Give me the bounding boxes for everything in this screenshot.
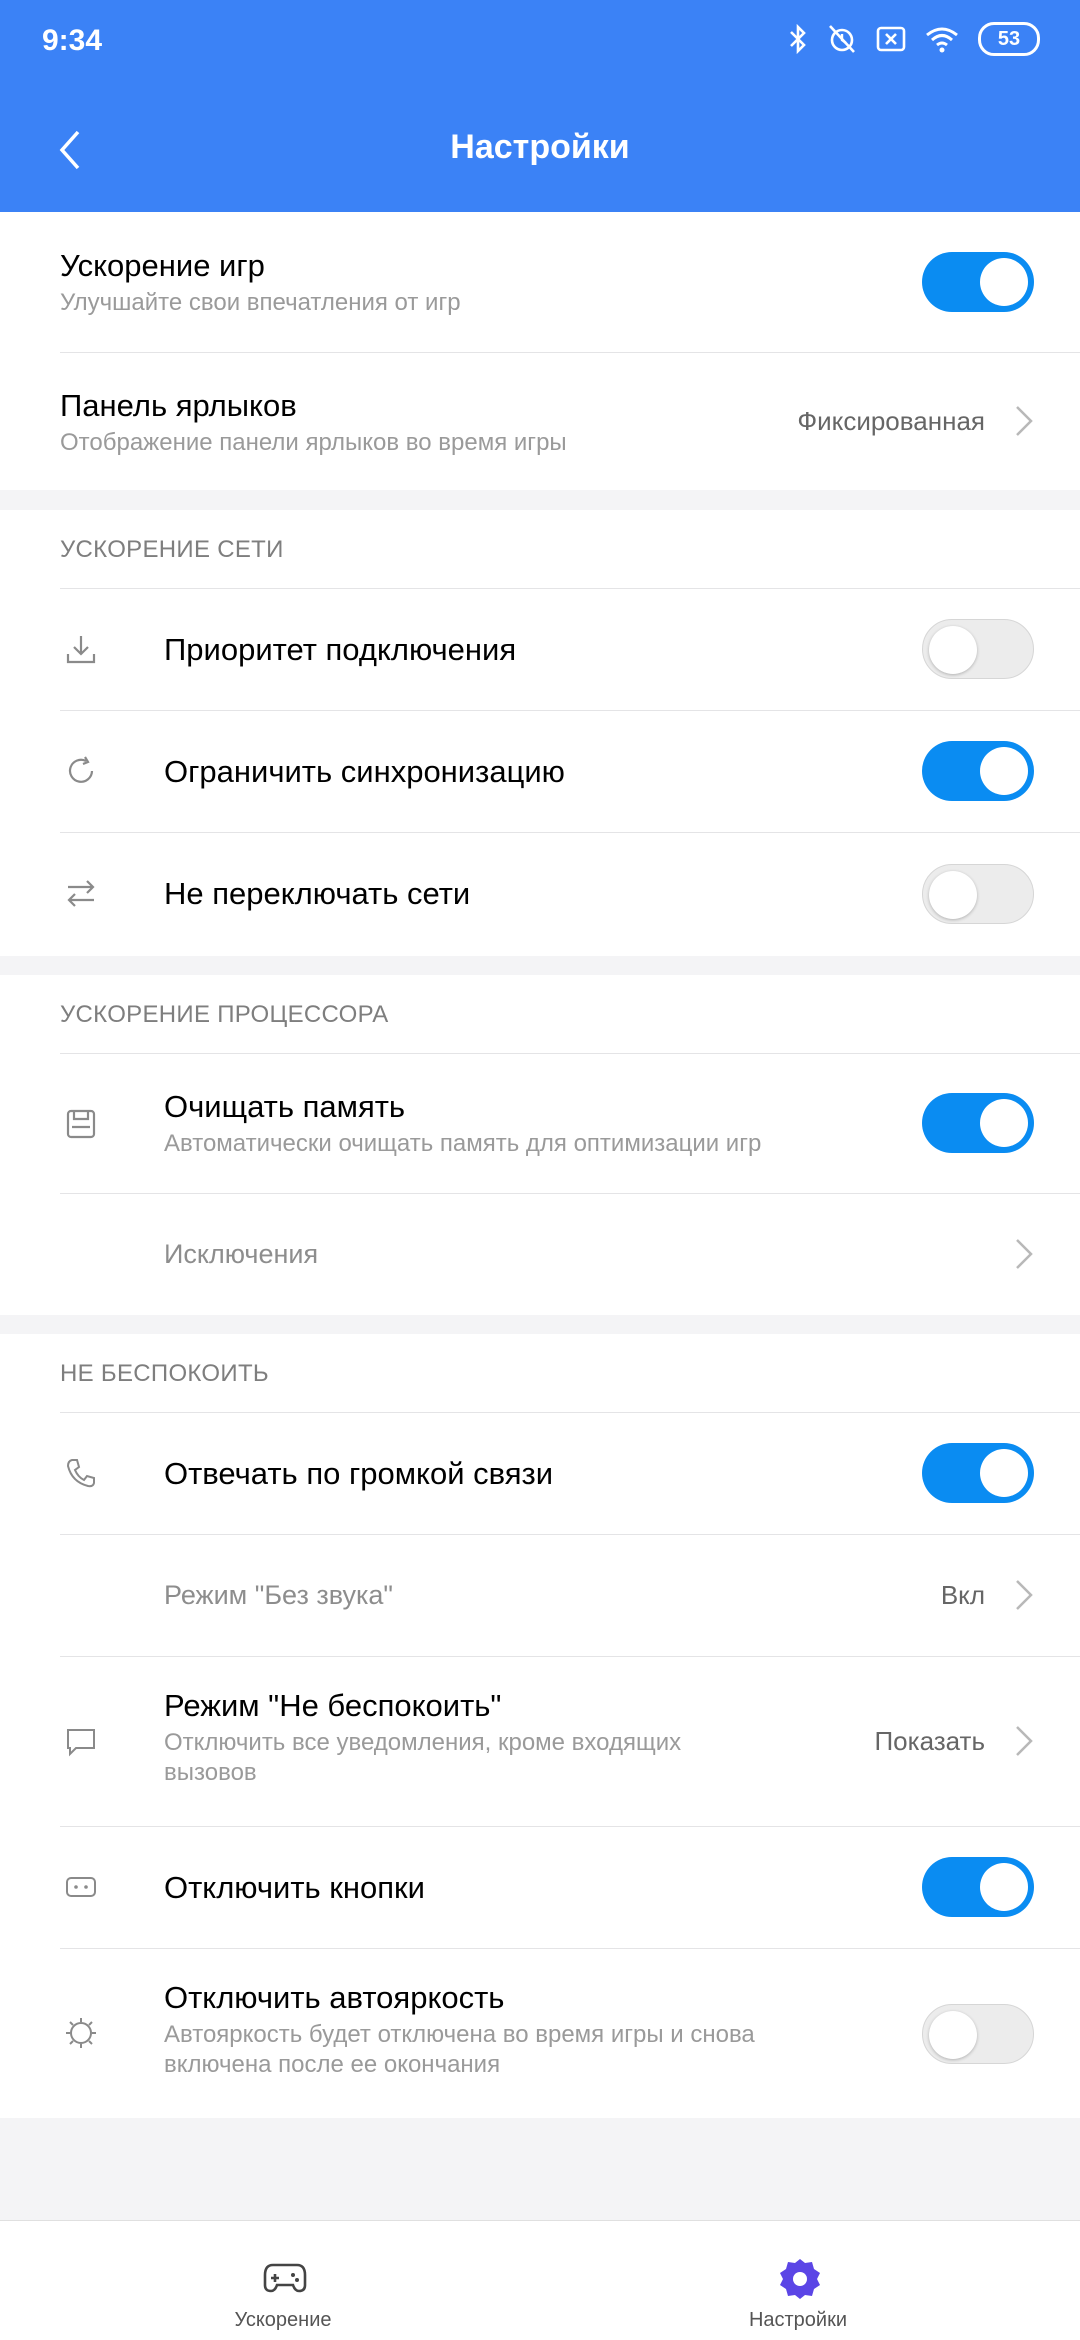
no-network-switch-row[interactable]: Не переключать сети	[0, 832, 1080, 956]
nav-tab-settings[interactable]: Настройки	[648, 2221, 948, 2340]
dnd-mode-row[interactable]: Режим "Не беспокоить" Отключить все увед…	[0, 1656, 1080, 1826]
row-title: Отключить кнопки	[164, 1870, 425, 1905]
section-header: НЕ БЕСПОКОИТЬ	[60, 1360, 269, 1387]
row-title: Очищать память	[164, 1089, 406, 1124]
bluetooth-icon	[790, 24, 806, 54]
sim-off-icon	[876, 26, 906, 52]
alarm-off-icon	[829, 25, 855, 53]
limit-sync-row[interactable]: Ограничить синхронизацию	[0, 710, 1080, 832]
settings-gear-icon	[780, 2259, 820, 2299]
row-title: Отвечать по громкой связи	[164, 1456, 554, 1491]
disable-auto-brightness-row[interactable]: Отключить автояркость Автояркость будет …	[0, 1948, 1080, 2118]
row-title: Приоритет подключения	[164, 632, 517, 667]
page-title: Настройки	[450, 128, 630, 166]
nav-label: Ускорение	[234, 2309, 332, 2331]
row-subtitle-line2: вызовов	[164, 1759, 257, 1786]
row-title: Режим "Без звука"	[164, 1580, 393, 1610]
clear-memory-toggle[interactable]	[922, 1093, 1034, 1153]
section-header: УСКОРЕНИЕ ПРОЦЕССОРА	[60, 1001, 389, 1028]
speakerphone-row[interactable]: Отвечать по громкой связи	[0, 1412, 1080, 1534]
shortcut-panel-value: Фиксированная	[797, 406, 985, 436]
shortcut-panel-row[interactable]: Панель ярлыков Отображение панели ярлыко…	[0, 352, 1080, 490]
row-subtitle-line1: Автояркость будет отключена во время игр…	[164, 2021, 755, 2048]
row-subtitle-line1: Отключить все уведомления, кроме входящи…	[164, 1729, 682, 1756]
chevron-right-icon	[1016, 1239, 1033, 1269]
buttons-icon	[66, 1877, 96, 1897]
row-title: Отключить автояркость	[164, 1980, 505, 2015]
message-icon	[67, 1729, 95, 1757]
clear-memory-row[interactable]: Очищать память Автоматически очищать пам…	[0, 1053, 1080, 1193]
row-subtitle-line2: включена после ее окончания	[164, 2051, 501, 2078]
row-title: Исключения	[164, 1239, 319, 1269]
disable-buttons-toggle[interactable]	[922, 1857, 1034, 1917]
silent-mode-row[interactable]: Режим "Без звука" Вкл	[0, 1534, 1080, 1656]
game-boost-toggle[interactable]	[922, 252, 1034, 312]
exceptions-row[interactable]: Исключения	[0, 1193, 1080, 1315]
memory-icon	[66, 1109, 96, 1139]
download-icon	[66, 636, 96, 664]
wifi-icon	[926, 27, 958, 53]
chevron-right-icon	[1016, 406, 1033, 436]
disable-buttons-row[interactable]: Отключить кнопки	[0, 1826, 1080, 1948]
row-subtitle: Автоматически очищать память для оптимиз…	[164, 1130, 762, 1157]
bottom-navigation: Ускорение Настройки	[0, 2220, 1080, 2340]
dnd-mode-value: Показать	[874, 1726, 985, 1756]
row-subtitle: Отображение панели ярлыков во время игры	[60, 429, 567, 456]
chevron-right-icon	[1016, 1726, 1033, 1756]
network-boost-section: УСКОРЕНИЕ СЕТИ Приоритет подключения Огр…	[0, 510, 1080, 956]
connection-priority-row[interactable]: Приоритет подключения	[0, 588, 1080, 710]
game-boost-group: Ускорение игр Улучшайте свои впечатления…	[0, 212, 1080, 490]
nav-label: Настройки	[748, 2309, 848, 2331]
speakerphone-toggle[interactable]	[922, 1443, 1034, 1503]
section-header: УСКОРЕНИЕ СЕТИ	[60, 536, 284, 563]
row-title: Режим "Не беспокоить"	[164, 1688, 502, 1723]
limit-sync-toggle[interactable]	[922, 741, 1034, 801]
cpu-boost-section: УСКОРЕНИЕ ПРОЦЕССОРА Очищать память Авто…	[0, 975, 1080, 1315]
status-icons: 53	[788, 22, 1040, 56]
silent-mode-value: Вкл	[940, 1580, 985, 1610]
disable-auto-brightness-toggle[interactable]	[922, 2004, 1034, 2064]
game-boost-row[interactable]: Ускорение игр Улучшайте свои впечатления…	[0, 212, 1080, 352]
status-time: 9:34	[42, 24, 103, 57]
no-network-switch-toggle[interactable]	[922, 864, 1034, 924]
row-title: Не переключать сети	[164, 876, 471, 911]
row-title: Ускорение игр	[60, 248, 265, 283]
phone-icon	[66, 1459, 95, 1488]
do-not-disturb-section: НЕ БЕСПОКОИТЬ Отвечать по громкой связи …	[0, 1334, 1080, 2118]
swap-arrows-icon	[67, 880, 95, 907]
gamepad-icon	[263, 2263, 307, 2293]
connection-priority-toggle[interactable]	[922, 619, 1034, 679]
row-title: Ограничить синхронизацию	[164, 754, 565, 789]
sync-icon	[68, 756, 94, 783]
header-bar: 9:34 53 Настройки	[0, 0, 1080, 212]
chevron-right-icon	[1016, 1580, 1033, 1610]
row-subtitle: Улучшайте свои впечатления от игр	[60, 289, 461, 316]
battery-indicator: 53	[978, 22, 1040, 56]
row-title: Панель ярлыков	[60, 388, 297, 423]
nav-tab-boost[interactable]: Ускорение	[133, 2221, 433, 2340]
brightness-icon	[66, 2018, 96, 2048]
